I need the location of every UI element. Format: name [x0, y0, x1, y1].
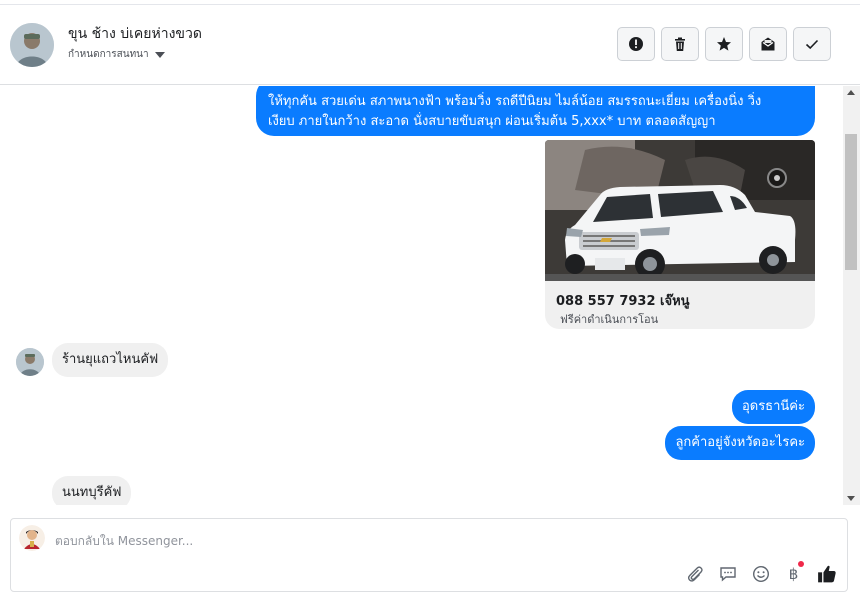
- incoming-message: นนทบุรีคัฟ: [52, 476, 132, 505]
- chat-bubble-icon: [719, 566, 736, 582]
- conversation-toolbar: [617, 27, 831, 61]
- reply-composer: ฿: [10, 518, 848, 592]
- outgoing-message-promo: ให้ทุกคัน สวยเด่น สภาพนางฟ้า พร้อมวิ่ง ร…: [256, 86, 815, 136]
- outgoing-message: ลูกค้าอยู่จังหวัดอะไรคะ: [665, 426, 815, 460]
- delete-button[interactable]: [661, 27, 699, 61]
- alert-circle-icon: [629, 37, 643, 51]
- emoji-button[interactable]: [750, 563, 771, 584]
- contact-name[interactable]: ขุน ช้าง บ่เคยห่างขวด: [68, 23, 202, 45]
- star-icon: [717, 37, 731, 51]
- scroll-thumb[interactable]: [845, 134, 857, 270]
- notification-dot: [798, 561, 804, 567]
- scroll-up-arrow-icon[interactable]: [847, 90, 855, 95]
- star-button[interactable]: [705, 27, 743, 61]
- contact-avatar[interactable]: [10, 23, 54, 67]
- incoming-message: ร้านยุแถวไหนคัฟ: [52, 343, 169, 377]
- promo-line-1: ให้ทุกคัน สวยเด่น สภาพนางฟ้า พร้อมวิ่ง ร…: [268, 94, 762, 109]
- card-title: 088 557 7932 เจ๊หนู: [556, 294, 690, 309]
- attachment-card[interactable]: 088 557 7932 เจ๊หนู ฟรีค่าดำเนินการโอน: [545, 140, 815, 329]
- composer-toolbar: ฿: [684, 561, 837, 584]
- contact-avatar-small: [16, 348, 44, 376]
- thumbs-up-icon: [817, 565, 836, 582]
- scroll-down-arrow-icon[interactable]: [847, 496, 855, 501]
- paperclip-icon: [687, 565, 703, 582]
- like-button[interactable]: [816, 563, 837, 584]
- page-avatar: [19, 525, 45, 551]
- caret-down-icon: [154, 51, 165, 58]
- attach-button[interactable]: [684, 563, 705, 584]
- payment-button[interactable]: ฿: [783, 561, 804, 584]
- card-subtitle: ฟรีค่าดำเนินการโอน: [560, 313, 659, 326]
- envelope-icon: [761, 37, 775, 51]
- trash-icon: [675, 37, 685, 51]
- car-photo: [545, 140, 815, 281]
- message-thread[interactable]: ให้ทุกคัน สวยเด่น สภาพนางฟ้า พร้อมวิ่ง ร…: [0, 86, 843, 505]
- mark-spam-button[interactable]: [617, 27, 655, 61]
- assign-conversation-dropdown[interactable]: กำหนดการสนทนา: [68, 47, 165, 62]
- promo-line-2: เงียบ ภายในกว้าง สะอาด นั่งสบายขับสนุก ผ…: [268, 114, 716, 129]
- smiley-icon: [752, 565, 769, 582]
- reply-input[interactable]: [55, 531, 755, 551]
- conversation-header: ขุน ช้าง บ่เคยห่างขวด กำหนดการสนทนา: [0, 5, 860, 85]
- saved-replies-button[interactable]: [717, 563, 738, 584]
- outgoing-message: อุดรธานีค่ะ: [731, 390, 815, 424]
- baht-icon: ฿: [788, 564, 799, 583]
- thread-scrollbar[interactable]: [843, 86, 860, 505]
- mark-unread-button[interactable]: [749, 27, 787, 61]
- check-icon: [805, 39, 819, 50]
- mark-done-button[interactable]: [793, 27, 831, 61]
- assign-conversation-label: กำหนดการสนทนา: [68, 49, 149, 60]
